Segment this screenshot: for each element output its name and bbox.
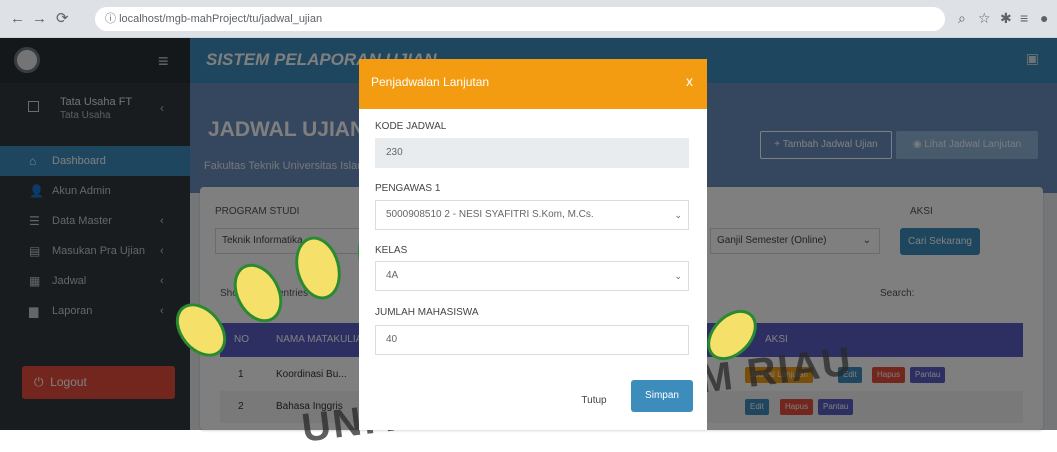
close-button[interactable]: Tutup [574, 387, 614, 415]
field-label-pengawas: PENGAWAS 1 [375, 183, 441, 194]
chevron-down-icon: ⌄ [674, 271, 682, 281]
save-button[interactable]: Simpan [631, 380, 693, 412]
url-text: localhost/mgb-mahProject/tu/jadwal_ujian [119, 13, 323, 25]
reload-icon[interactable]: ⟳ [56, 10, 69, 28]
field-label-kelas: KELAS [375, 245, 408, 256]
profile-icon[interactable]: ● [1040, 10, 1048, 26]
extension-icon[interactable]: ✱ [1000, 10, 1012, 27]
close-icon[interactable]: x [686, 73, 693, 89]
back-icon[interactable]: ← [10, 10, 25, 28]
modal-header: Penjadwalan Lanjutan x [359, 59, 707, 109]
address-bar[interactable]: ⓘ localhost/mgb-mahProject/tu/jadwal_uji… [95, 7, 945, 31]
browser-toolbar: ← → ⟳ ⓘ localhost/mgb-mahProject/tu/jadw… [0, 0, 1057, 38]
modal-title: Penjadwalan Lanjutan [371, 75, 490, 89]
bookmark-star-icon[interactable]: ☆ [978, 10, 991, 27]
kelas-select[interactable]: 4A ⌄ [375, 261, 689, 291]
zoom-icon[interactable]: ⌕ [958, 10, 966, 27]
forward-icon[interactable]: → [32, 10, 47, 28]
reading-list-icon[interactable]: ≡ [1020, 10, 1028, 26]
pengawas-select[interactable]: 5000908510 2 - NESI SYAFITRI S.Kom, M.Cs… [375, 200, 689, 230]
field-label-kode-jadwal: KODE JADWAL [375, 121, 447, 132]
jumlah-mahasiswa-field[interactable]: 40 [375, 325, 689, 355]
chevron-down-icon: ⌄ [674, 210, 682, 220]
kode-jadwal-field[interactable]: 230 [375, 138, 689, 168]
advanced-schedule-modal: Penjadwalan Lanjutan x KODE JADWAL 230 P… [359, 59, 707, 430]
field-label-jumlah-mahasiswa: JUMLAH MAHASISWA [375, 307, 479, 318]
